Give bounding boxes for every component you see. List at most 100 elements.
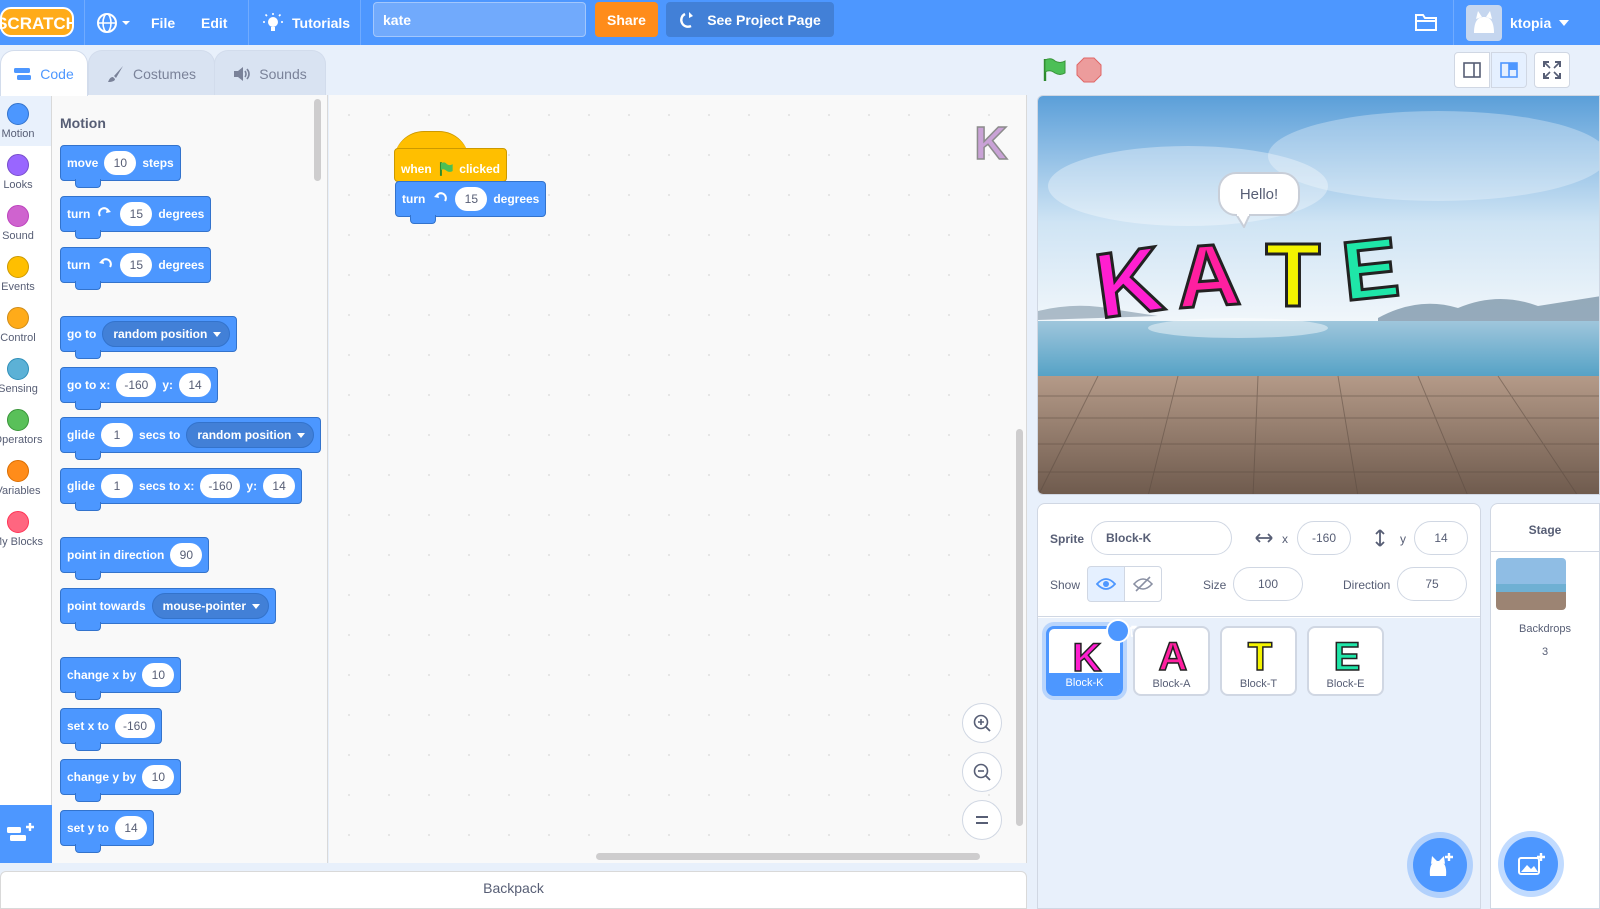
turn-left-block[interactable]: turn 15 degrees <box>60 247 212 290</box>
fullscreen-button[interactable] <box>1534 52 1570 88</box>
svg-text:SCRATCH: SCRATCH <box>0 14 74 33</box>
category-motion[interactable]: Motion <box>0 95 51 146</box>
block-text: point in direction <box>67 548 165 562</box>
operators-category-icon <box>7 409 29 431</box>
sprite-a: A <box>1173 224 1243 326</box>
category-sound[interactable]: Sound <box>0 197 51 248</box>
category-label: Sound <box>2 230 34 242</box>
x-input[interactable]: -160 <box>200 474 241 498</box>
point-towards-block[interactable]: point towards mouse-pointer <box>60 588 277 631</box>
large-stage-button[interactable] <box>1491 52 1527 88</box>
language-menu[interactable] <box>96 0 130 45</box>
towards-dropdown[interactable]: mouse-pointer <box>151 593 270 619</box>
category-variables[interactable]: Variables <box>0 452 51 503</box>
script-area[interactable]: when clicked turn 15 degrees K <box>329 95 1027 863</box>
choose-sprite-button[interactable] <box>1413 838 1467 892</box>
add-extension-button[interactable] <box>0 805 52 863</box>
category-events[interactable]: Events <box>0 248 51 299</box>
zoom-in-button[interactable] <box>962 703 1002 743</box>
account-menu[interactable]: ktopia <box>1466 0 1570 45</box>
when-flag-clicked-block[interactable]: when clicked <box>394 148 507 182</box>
target-dropdown[interactable]: random position <box>102 321 231 347</box>
hide-sprite-button[interactable] <box>1124 566 1162 602</box>
target-dropdown[interactable]: random position <box>186 422 315 448</box>
glide-to-block[interactable]: glide 1 secs to random position <box>60 417 322 460</box>
backdrops-label: Backdrops <box>1519 623 1571 635</box>
tab-code[interactable]: Code <box>0 50 88 96</box>
backpack[interactable]: Backpack <box>0 871 1027 909</box>
tab-sounds[interactable]: Sounds <box>214 50 326 96</box>
zoom-out-button[interactable] <box>962 752 1002 792</box>
speaker-icon <box>234 66 251 81</box>
go-to-xy-block[interactable]: go to x: -160 y: 14 <box>60 367 219 410</box>
change-x-block[interactable]: change x by 10 <box>60 657 182 700</box>
size-input[interactable] <box>1233 567 1303 601</box>
steps-input[interactable]: 10 <box>104 151 137 175</box>
x-arrows-icon <box>1255 533 1273 543</box>
project-title-input[interactable] <box>373 2 586 37</box>
move-steps-block[interactable]: move 10 steps <box>60 145 181 188</box>
secs-input[interactable]: 1 <box>101 474 134 498</box>
block-text: y: <box>162 378 174 392</box>
stage-selector[interactable]: Stage Backdrops 3 <box>1490 503 1600 909</box>
small-stage-button[interactable] <box>1454 52 1490 88</box>
show-sprite-button[interactable] <box>1087 566 1125 602</box>
category-sensing[interactable]: Sensing <box>0 350 51 401</box>
stage-canvas[interactable]: K A T E Hello! <box>1037 95 1600 495</box>
point-in-direction-block[interactable]: point in direction 90 <box>60 537 210 580</box>
sprite-tile-block-k[interactable]: K Block-K <box>1046 619 1138 696</box>
secs-input[interactable]: 1 <box>101 423 134 447</box>
y-input[interactable]: 14 <box>263 474 296 498</box>
sprite-tile-block-a[interactable]: A Block-A <box>1133 626 1210 696</box>
sprite-name-input[interactable] <box>1091 521 1232 555</box>
value-input[interactable]: 10 <box>142 765 175 789</box>
degrees-input[interactable]: 15 <box>455 187 488 211</box>
scratch-logo[interactable]: SCRATCH <box>0 6 74 38</box>
block-text: clicked <box>459 162 500 176</box>
go-to-block[interactable]: go to random position <box>60 316 238 359</box>
see-project-page-button[interactable]: See Project Page <box>666 2 834 37</box>
y-input[interactable]: 14 <box>179 373 212 397</box>
y-position-input[interactable] <box>1414 521 1468 555</box>
workspace-vertical-scrollbar[interactable] <box>1016 429 1023 826</box>
file-menu[interactable]: File <box>151 0 175 45</box>
sprite-info: Sprite x y Show Size Direction <box>1038 504 1480 617</box>
tab-costumes[interactable]: Costumes <box>88 50 215 96</box>
category-operators[interactable]: Operators <box>0 401 51 452</box>
workspace-horizontal-scrollbar[interactable] <box>596 853 980 860</box>
category-label: Events <box>1 281 35 293</box>
delete-sprite-button[interactable] <box>1106 619 1138 643</box>
script-turn-left-block[interactable]: turn 15 degrees <box>395 181 547 224</box>
category-my-blocks[interactable]: My Blocks <box>0 503 51 554</box>
direction-input[interactable] <box>1397 567 1467 601</box>
tutorials-menu[interactable]: Tutorials <box>262 0 350 45</box>
degrees-input[interactable]: 15 <box>120 202 153 226</box>
set-x-block[interactable]: set x to -160 <box>60 708 163 751</box>
turn-right-block[interactable]: turn 15 degrees <box>60 196 212 239</box>
sprite-name: Block-T <box>1239 678 1278 690</box>
glide-to-xy-block[interactable]: glide 1 secs to x: -160 y: 14 <box>60 468 303 511</box>
green-flag-button[interactable] <box>1040 56 1068 84</box>
sprite-tile-block-e[interactable]: E Block-E <box>1307 626 1384 696</box>
choose-backdrop-button[interactable] <box>1504 837 1558 891</box>
value-input[interactable]: 14 <box>115 816 148 840</box>
direction-input[interactable]: 90 <box>170 543 203 567</box>
sprite-tile-block-t[interactable]: T Block-T <box>1220 626 1297 696</box>
stop-button[interactable] <box>1076 57 1102 83</box>
eye-icon <box>1096 578 1116 590</box>
value-input[interactable]: -160 <box>115 714 156 738</box>
y-arrows-icon <box>1375 529 1385 547</box>
degrees-input[interactable]: 15 <box>120 253 153 277</box>
zoom-reset-button[interactable] <box>962 800 1002 840</box>
category-looks[interactable]: Looks <box>0 146 51 197</box>
palette-scrollbar[interactable] <box>314 99 321 181</box>
category-control[interactable]: Control <box>0 299 51 350</box>
my-stuff-folder-icon[interactable] <box>1414 11 1438 33</box>
change-y-block[interactable]: change y by 10 <box>60 759 182 802</box>
value-input[interactable]: 10 <box>142 663 175 687</box>
x-input[interactable]: -160 <box>116 373 157 397</box>
set-y-block[interactable]: set y to 14 <box>60 810 155 853</box>
edit-menu[interactable]: Edit <box>201 0 227 45</box>
x-position-input[interactable] <box>1297 521 1351 555</box>
share-button[interactable]: Share <box>595 2 658 37</box>
